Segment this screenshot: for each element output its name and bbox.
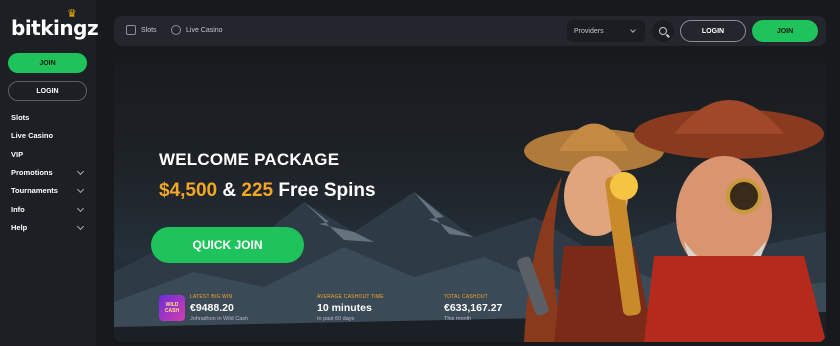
sidebar-item-label: Live Casino (11, 131, 54, 140)
promo-amount: $4,500 (159, 180, 218, 201)
stat-sub: In past 60 days (317, 316, 355, 322)
providers-label: Providers (574, 27, 604, 35)
topnav-slots[interactable]: Slots (126, 25, 157, 35)
search-button[interactable] (652, 20, 674, 42)
sidebar-item-help[interactable]: Help (11, 222, 85, 232)
game-thumb-text: WILD CASH (164, 302, 180, 314)
sidebar-login-button[interactable]: LOGIN (8, 81, 87, 101)
top-bar: Slots Live Casino Providers LOGIN JOIN (114, 16, 826, 46)
chevron-down-icon (76, 167, 85, 175)
promo-spins-count: 225 (241, 180, 274, 201)
stat-value: €9488.20 (190, 302, 234, 314)
stat-label: AVERAGE CASHOUT TIME (317, 294, 384, 300)
chevron-down-icon (76, 204, 85, 212)
chevron-down-icon (76, 185, 85, 193)
sidebar: bitkingz ♛ JOIN LOGIN Slots Live Casino … (0, 0, 99, 346)
sidebar-item-vip[interactable]: VIP (11, 150, 83, 159)
sidebar-item-info[interactable]: Info (11, 204, 85, 214)
promo-and: & (222, 180, 237, 201)
topnav-live-casino[interactable]: Live Casino (171, 25, 223, 35)
stat-latest-big-win: LATEST BIG WIN €9488.20 Johnathon in Wil… (190, 294, 248, 322)
sidebar-item-label: Slots (11, 113, 30, 122)
crown-icon: ♛ (67, 7, 77, 20)
promo-offer: $4,500 & 225 Free Spins (159, 180, 376, 202)
sidebar-item-label: Help (11, 223, 28, 232)
sidebar-item-label: Promotions (11, 168, 53, 177)
topnav-slots-label: Slots (141, 26, 157, 34)
search-icon (659, 27, 667, 35)
header-login-button[interactable]: LOGIN (680, 20, 746, 42)
wild-cash-game-thumbnail[interactable]: WILD CASH (159, 295, 185, 321)
stat-total-cashout: TOTAL CASHOUT €633,167.27 This month (444, 294, 502, 322)
cowboy-characters-illustration (517, 100, 826, 342)
topnav-live-casino-label: Live Casino (186, 26, 223, 34)
stat-value: 10 minutes (317, 302, 372, 314)
stat-label: LATEST BIG WIN (190, 294, 233, 300)
providers-dropdown[interactable]: Providers (567, 20, 645, 42)
logo-text: bitkingz (11, 16, 99, 40)
live-casino-icon (171, 25, 181, 35)
stat-value: €633,167.27 (444, 302, 503, 314)
welcome-heading: WELCOME PACKAGE (159, 150, 340, 169)
stat-sub: This month (444, 316, 472, 322)
hero-banner: WELCOME PACKAGE $4,500 & 225 Free Spins … (114, 56, 826, 342)
sidebar-item-label: VIP (11, 150, 24, 159)
sidebar-item-tournaments[interactable]: Tournaments (11, 185, 85, 195)
quick-join-button[interactable]: QUICK JOIN (151, 227, 304, 263)
stat-sub: Johnathon in Wild Cash (190, 316, 249, 322)
bitkingz-logo[interactable]: bitkingz ♛ (11, 7, 99, 40)
stat-label: TOTAL CASHOUT (444, 294, 488, 300)
slots-icon (126, 25, 136, 35)
stat-average-cashout-time: AVERAGE CASHOUT TIME 10 minutes In past … (317, 294, 384, 322)
sidebar-item-live-casino[interactable]: Live Casino (11, 131, 83, 140)
sidebar-join-button[interactable]: JOIN (8, 53, 87, 73)
header-join-button[interactable]: JOIN (752, 20, 818, 42)
chevron-down-icon (76, 222, 85, 230)
promo-spins-label: Free Spins (278, 180, 376, 201)
sidebar-item-label: Info (11, 205, 25, 214)
chevron-down-icon (630, 27, 636, 33)
sidebar-item-promotions[interactable]: Promotions (11, 167, 85, 177)
sidebar-item-label: Tournaments (11, 186, 58, 195)
sidebar-item-slots[interactable]: Slots (11, 113, 83, 122)
